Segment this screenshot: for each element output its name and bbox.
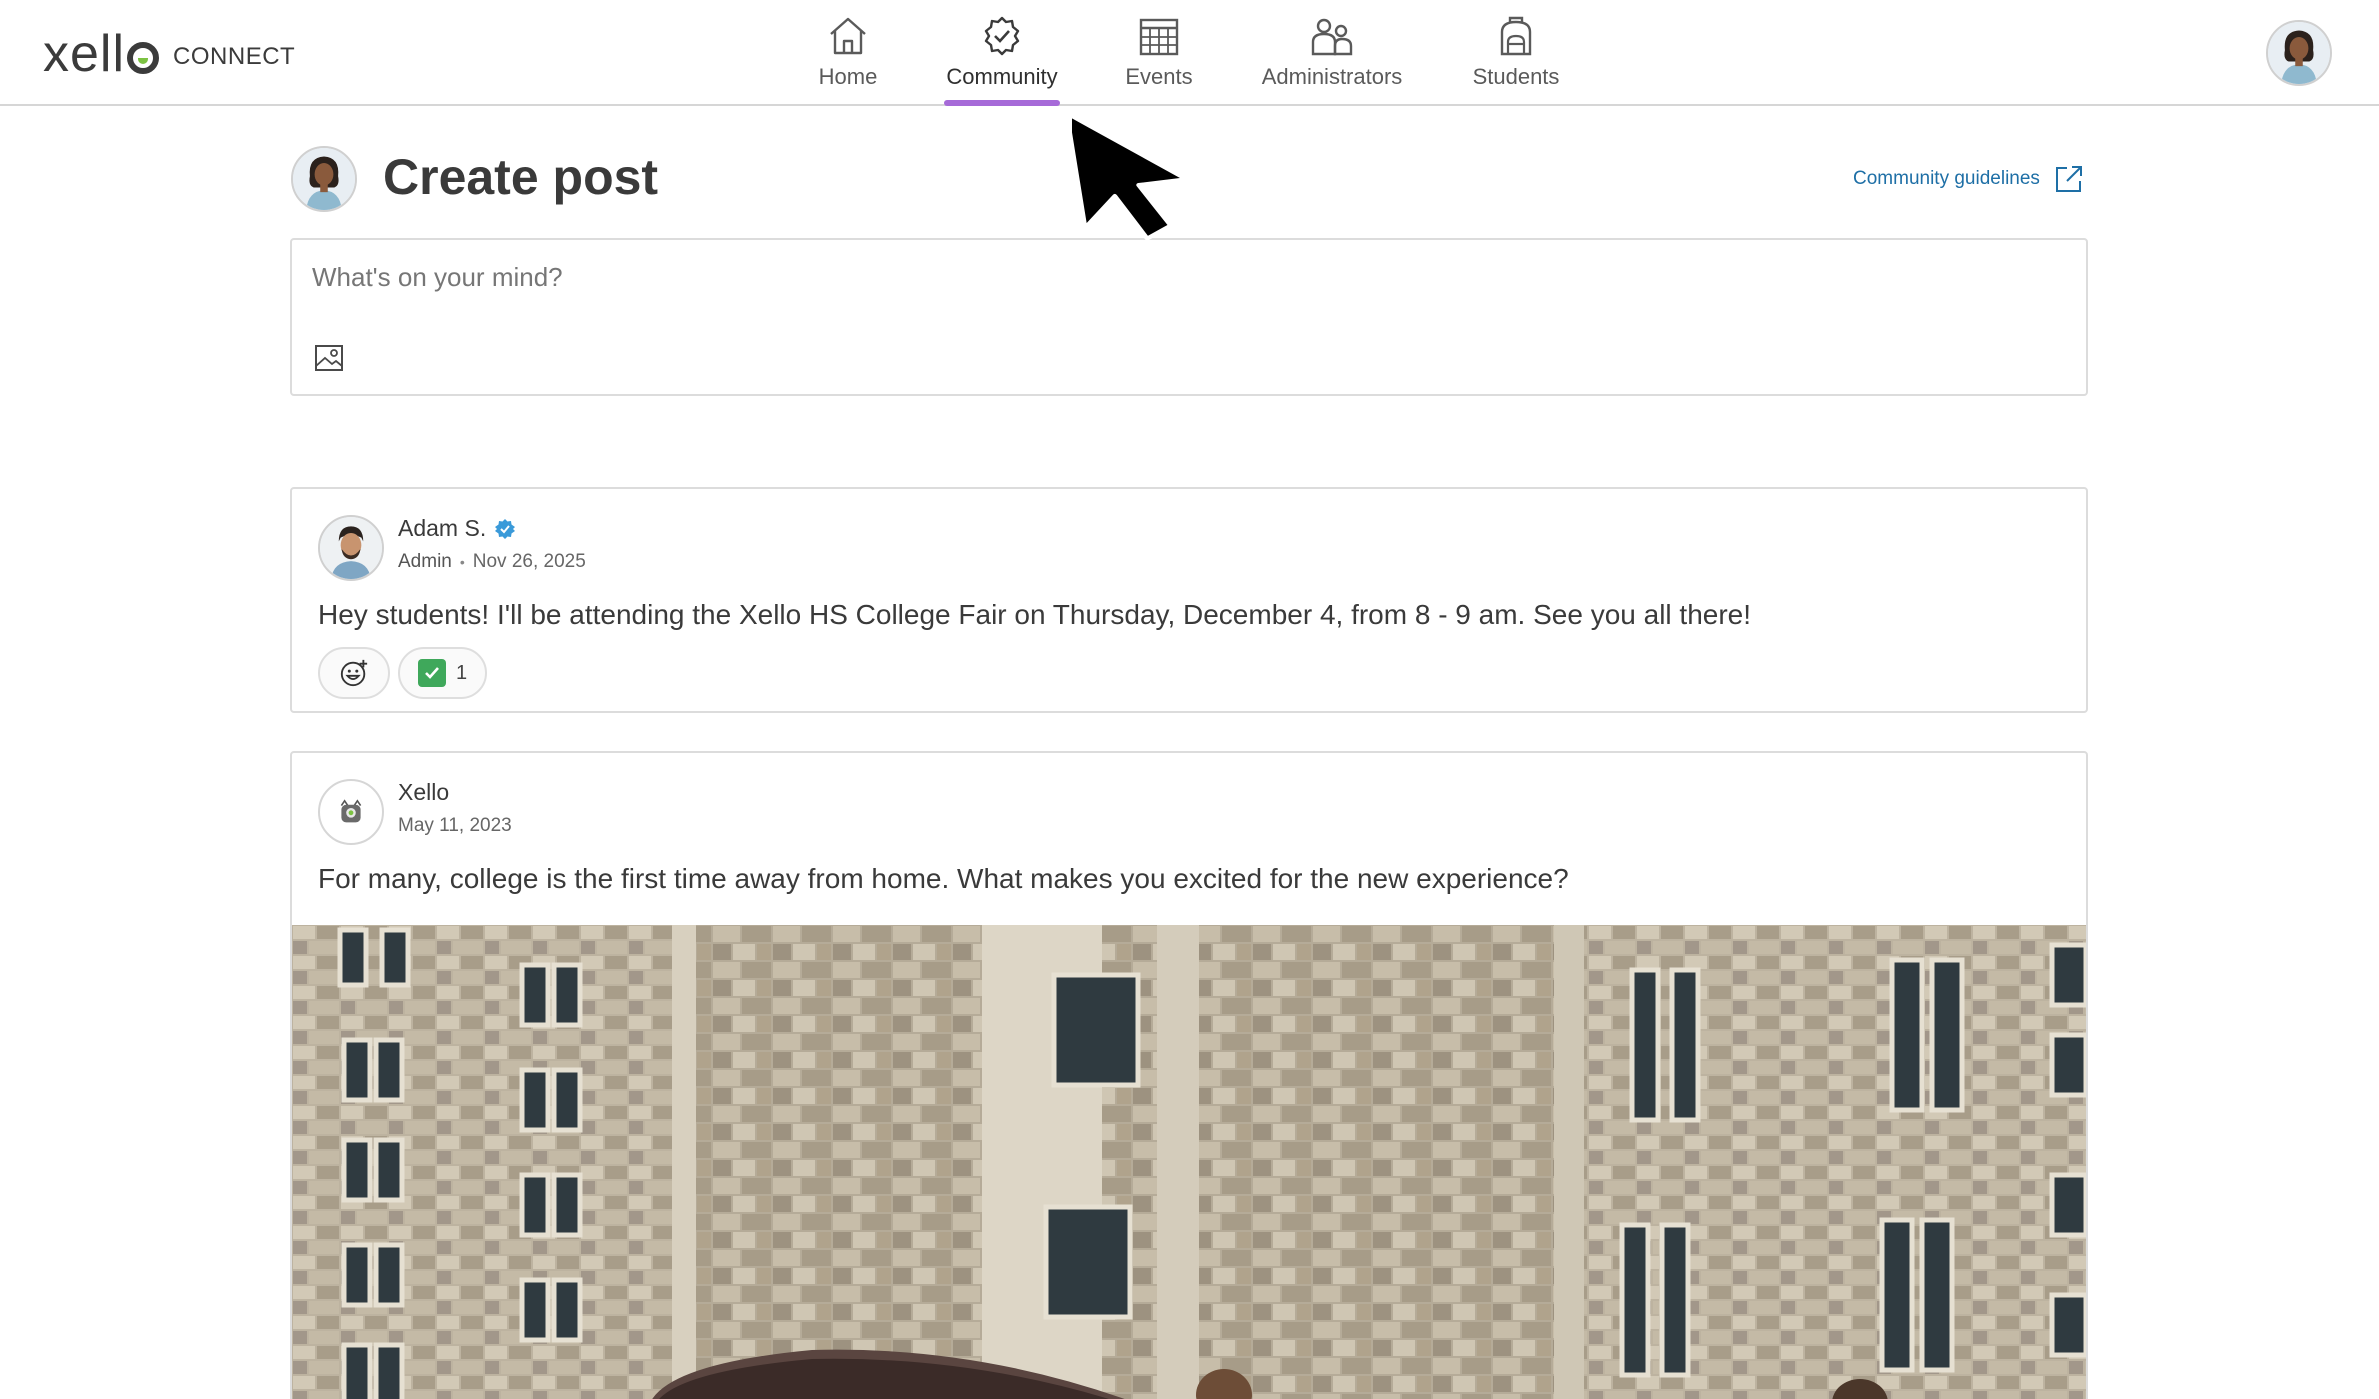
badge-check-icon	[984, 16, 1020, 56]
home-icon	[830, 17, 866, 55]
logo-connect-text: CONNECT	[173, 43, 296, 70]
feed-post: Adam S. Admin • Nov 26, 2025 Hey student…	[290, 487, 2088, 713]
calendar-icon	[1139, 18, 1179, 56]
nav-community-label: Community	[946, 64, 1058, 89]
post-meta: May 11, 2023	[398, 815, 512, 837]
xello-mascot-icon	[340, 799, 362, 823]
post-body: For many, college is the first time away…	[318, 863, 1569, 894]
post-author: Adam S.	[398, 515, 516, 542]
reactions-bar: 1	[318, 647, 488, 699]
author-photo-icon	[320, 517, 382, 579]
nav-students[interactable]: Students	[1471, 14, 1561, 106]
meta-separator: •	[459, 554, 465, 570]
add-image-icon[interactable]	[314, 344, 344, 372]
people-icon	[1311, 18, 1353, 56]
post-body: Hey students! I'll be attending the Xell…	[318, 599, 1752, 630]
mouse-cursor-icon	[1072, 111, 1189, 241]
nav-community[interactable]: Community	[944, 14, 1060, 106]
post-author: Xello	[398, 779, 449, 806]
check-mark-emoji-icon	[418, 659, 446, 687]
user-photo-icon	[2268, 22, 2330, 84]
add-reaction-button[interactable]	[318, 647, 390, 699]
nav-administrators[interactable]: Administrators	[1257, 14, 1407, 106]
post-date: May 11, 2023	[398, 815, 512, 836]
nav-students-label: Students	[1472, 64, 1560, 89]
backpack-icon	[1500, 16, 1532, 56]
page-title: Create post	[383, 149, 659, 205]
top-navigation-bar: xell CONNECT Home Community Events Admin…	[0, 0, 2379, 106]
community-guidelines-label: Community guidelines	[1853, 168, 2040, 189]
post-date: Nov 26, 2025	[472, 551, 586, 572]
user-photo-icon	[293, 148, 355, 210]
author-avatar[interactable]	[318, 515, 384, 581]
logo-wordmark: xell	[43, 25, 160, 83]
nav-events-label: Events	[1125, 64, 1193, 89]
post-composer[interactable]	[290, 238, 2088, 396]
logo-word-text: xell	[43, 25, 126, 83]
logo-o-glyph	[127, 42, 160, 74]
add-emoji-icon	[340, 659, 368, 687]
reaction-count: 1	[456, 661, 468, 684]
author-name[interactable]: Xello	[398, 779, 449, 806]
xello-connect-logo[interactable]: xell CONNECT	[43, 24, 295, 84]
verified-badge-icon	[495, 518, 516, 539]
nav-home-label: Home	[818, 64, 878, 89]
feed-post: Xello May 11, 2023 For many, college is …	[290, 751, 2088, 1399]
composer-avatar	[291, 146, 357, 212]
external-link-icon	[2055, 166, 2082, 192]
active-tab-indicator	[944, 100, 1060, 106]
author-name[interactable]: Adam S.	[398, 515, 486, 542]
nav-administrators-label: Administrators	[1261, 64, 1403, 89]
post-meta: Admin • Nov 26, 2025	[398, 551, 586, 573]
post-image[interactable]	[292, 925, 2086, 1399]
campus-building-photo	[292, 925, 2086, 1399]
author-avatar[interactable]	[318, 779, 384, 845]
user-profile-avatar[interactable]	[2266, 20, 2332, 86]
reaction-check-button[interactable]: 1	[398, 647, 488, 699]
author-role: Admin	[398, 551, 452, 572]
community-guidelines-link[interactable]: Community guidelines	[1853, 164, 2084, 194]
post-input[interactable]	[312, 262, 2012, 293]
nav-events[interactable]: Events	[1124, 14, 1194, 106]
nav-home[interactable]: Home	[815, 14, 881, 106]
